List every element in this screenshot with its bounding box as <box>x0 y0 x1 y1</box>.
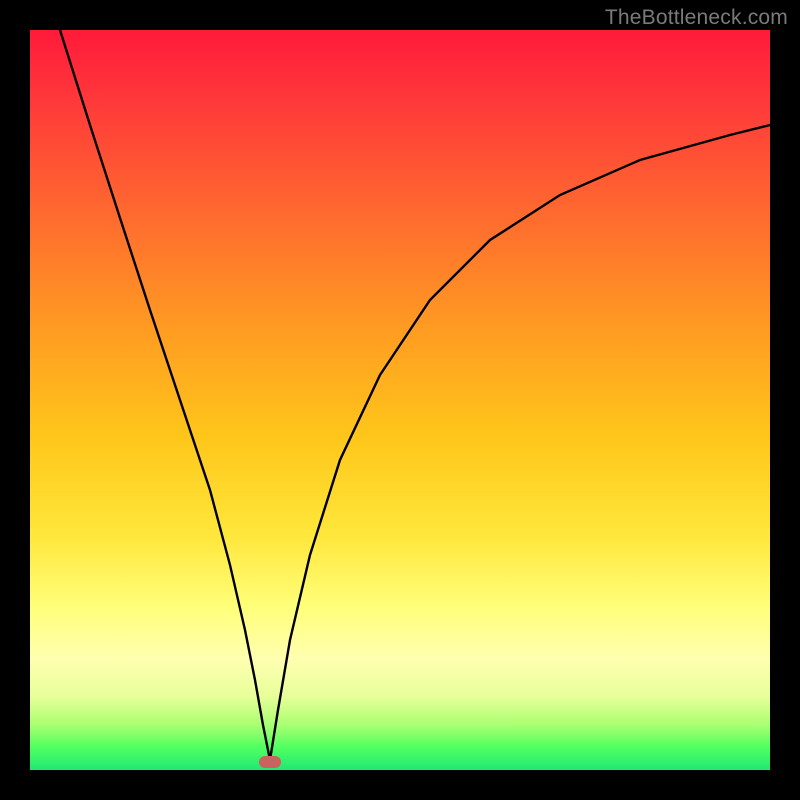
curve-svg <box>30 30 770 770</box>
watermark-text: TheBottleneck.com <box>605 6 788 30</box>
chart-frame: TheBottleneck.com <box>0 0 800 800</box>
plot-area <box>30 30 770 770</box>
curve-left-branch <box>60 30 270 760</box>
cusp-marker <box>259 756 281 768</box>
curve-right-branch <box>270 125 770 760</box>
